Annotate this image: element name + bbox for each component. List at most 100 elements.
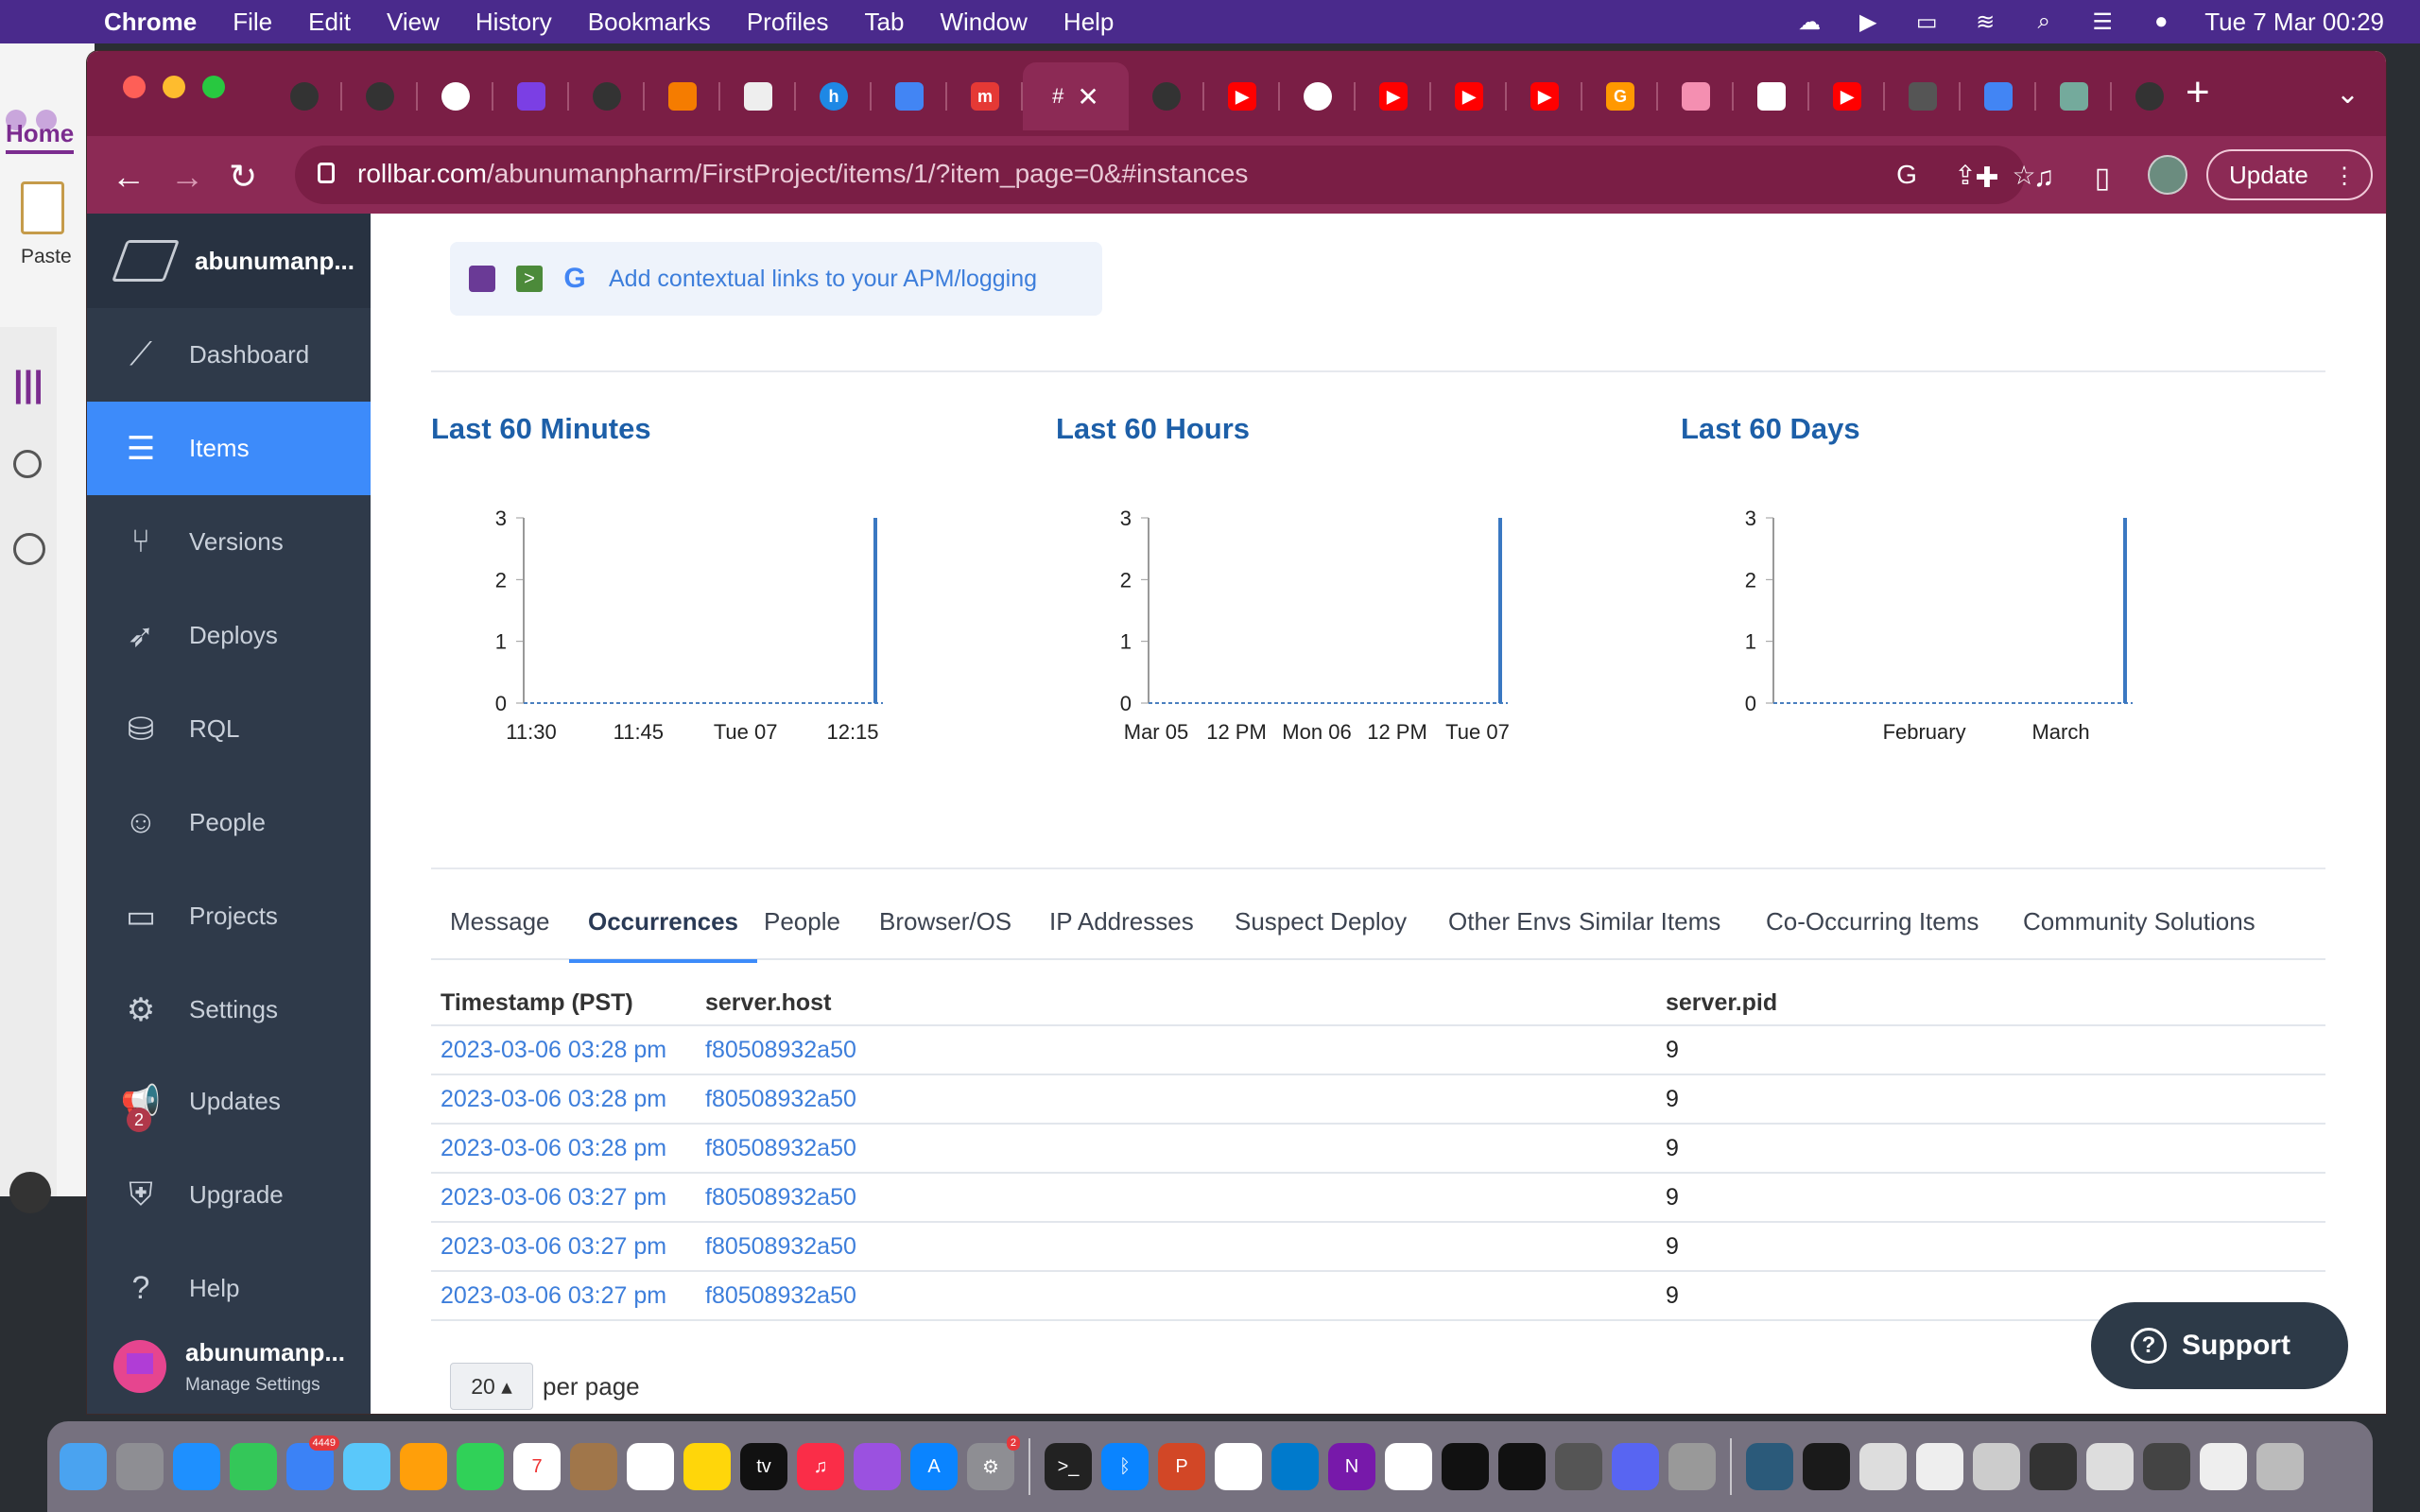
tab-orange[interactable]: [645, 62, 720, 130]
recent-document-thumb-icon[interactable]: [1916, 1443, 1963, 1490]
search-icon[interactable]: ⌕: [2029, 9, 2059, 34]
timestamp-link[interactable]: 2023-03-06 03:27 pm: [431, 1282, 705, 1310]
tab-docs-1[interactable]: [872, 62, 947, 130]
tab-ip-addresses[interactable]: IP Addresses: [1049, 894, 1194, 960]
bluetooth-icon[interactable]: ᛒ: [1101, 1443, 1149, 1490]
forward-icon[interactable]: →: [170, 157, 204, 197]
tab-similar-items[interactable]: Similar Items: [1579, 894, 1720, 960]
menu-app-name[interactable]: Chrome: [104, 8, 197, 37]
bg-paste-label[interactable]: Paste: [21, 246, 72, 268]
tab-youtube-4[interactable]: ▶: [1507, 62, 1582, 130]
timestamp-link[interactable]: 2023-03-06 03:27 pm: [431, 1233, 705, 1261]
back-icon[interactable]: ←: [112, 157, 146, 197]
host-link[interactable]: f80508932a50: [705, 1233, 1666, 1261]
sidebar-item-projects[interactable]: ▭ Projects: [87, 869, 371, 963]
tab-suspect-deploy[interactable]: Suspect Deploy: [1235, 894, 1407, 960]
safari-icon[interactable]: [173, 1443, 220, 1490]
timestamp-link[interactable]: 2023-03-06 03:28 pm: [431, 1135, 705, 1162]
extensions-icon[interactable]: ✚: [1970, 161, 2004, 195]
bg-account-icon[interactable]: [9, 1172, 51, 1213]
sidebar-item-settings[interactable]: ⚙ Settings: [87, 963, 371, 1057]
profile-avatar[interactable]: [2148, 155, 2187, 195]
tab-cube[interactable]: [720, 62, 796, 130]
menu-window[interactable]: Window: [940, 8, 1027, 37]
menu-edit[interactable]: Edit: [308, 8, 351, 37]
facetime-icon[interactable]: [457, 1443, 504, 1490]
tab-api[interactable]: [493, 62, 569, 130]
timestamp-link[interactable]: 2023-03-06 03:27 pm: [431, 1184, 705, 1211]
tab-community-solutions[interactable]: Community Solutions: [2023, 894, 2256, 960]
lock-icon[interactable]: [318, 163, 335, 183]
address-bar[interactable]: rollbar.com/abunumanpharm/FirstProject/i…: [295, 146, 2036, 204]
menu-tab[interactable]: Tab: [865, 8, 905, 37]
bg-home-tab[interactable]: Home: [6, 119, 75, 154]
close-tab-icon[interactable]: ✕: [1077, 81, 1098, 112]
tab-alx[interactable]: [1885, 62, 1961, 130]
host-link[interactable]: f80508932a50: [705, 1282, 1666, 1310]
col-server-host[interactable]: server.host: [705, 989, 1666, 1017]
tab-browser-os[interactable]: Browser/OS: [879, 894, 1011, 960]
apple-tv-icon[interactable]: tv: [740, 1443, 787, 1490]
recent-window-thumb-icon[interactable]: [2143, 1443, 2190, 1490]
podcasts-icon[interactable]: [854, 1443, 901, 1490]
user-menu[interactable]: abunumanp... Manage Settings: [87, 1319, 371, 1414]
tab-g[interactable]: G: [1582, 62, 1658, 130]
tab-rollbar-active[interactable]: # ✕: [1023, 62, 1129, 130]
tab-github-3[interactable]: [569, 62, 645, 130]
messages-icon[interactable]: [230, 1443, 277, 1490]
host-link[interactable]: f80508932a50: [705, 1086, 1666, 1113]
cloud-icon[interactable]: ☁: [1794, 9, 1824, 35]
host-link[interactable]: f80508932a50: [705, 1184, 1666, 1211]
reminders-icon[interactable]: [627, 1443, 674, 1490]
preview-icon[interactable]: [1668, 1443, 1716, 1490]
vscode-icon[interactable]: [1271, 1443, 1319, 1490]
tab-youtube-1[interactable]: ▶: [1204, 62, 1280, 130]
host-link[interactable]: f80508932a50: [705, 1037, 1666, 1064]
contextual-links-text[interactable]: Add contextual links to your APM/logging: [609, 266, 1037, 293]
org-switcher[interactable]: abunumanp...: [87, 214, 371, 308]
tab-github-5[interactable]: [2112, 62, 2187, 130]
tab-docs-2[interactable]: [1961, 62, 2036, 130]
tab-people[interactable]: People: [764, 894, 840, 960]
tab-m[interactable]: m: [947, 62, 1023, 130]
col-timestamp[interactable]: Timestamp (PST): [431, 989, 705, 1017]
tab-search-chevron-icon[interactable]: ⌄: [2336, 77, 2360, 111]
menu-view[interactable]: View: [387, 8, 440, 37]
tab-occurrences[interactable]: Occurrences: [569, 894, 757, 963]
recent-window-thumb-icon[interactable]: [1803, 1443, 1850, 1490]
iterm-icon[interactable]: [1442, 1443, 1489, 1490]
tab-github-1[interactable]: [267, 62, 342, 130]
tab-chatgpt[interactable]: [2036, 62, 2112, 130]
recent-document-thumb-icon[interactable]: [2086, 1443, 2134, 1490]
menu-file[interactable]: File: [233, 8, 272, 37]
onenote-icon[interactable]: N: [1328, 1443, 1375, 1490]
play-icon[interactable]: ▶: [1853, 9, 1883, 35]
google-lens-icon[interactable]: G: [1893, 160, 1921, 189]
recent-document-thumb-icon[interactable]: [2200, 1443, 2247, 1490]
recent-document-thumb-icon[interactable]: [1973, 1443, 2020, 1490]
tab-github-2[interactable]: [342, 62, 418, 130]
sidebar-item-deploys[interactable]: ➶ Deploys: [87, 589, 371, 682]
activity-monitor-icon[interactable]: [1498, 1443, 1546, 1490]
tab-youtube-5[interactable]: ▶: [1809, 62, 1885, 130]
trash-icon[interactable]: [2256, 1443, 2304, 1490]
menu-bookmarks[interactable]: Bookmarks: [588, 8, 711, 37]
url-text[interactable]: rollbar.com/abunumanpharm/FirstProject/i…: [357, 159, 1248, 189]
more-menu-icon[interactable]: ⋮: [2333, 163, 2356, 190]
tab-other-envs[interactable]: Other Envs: [1448, 894, 1571, 960]
sidebar-item-people[interactable]: ☺ People: [87, 776, 371, 869]
maps-icon[interactable]: [343, 1443, 390, 1490]
manage-settings-link[interactable]: Manage Settings: [185, 1375, 345, 1396]
launchpad-icon[interactable]: [116, 1443, 164, 1490]
zoom-window-icon[interactable]: [202, 76, 225, 98]
update-button[interactable]: Update ⋮: [2206, 149, 2373, 200]
support-button[interactable]: ? Support: [2091, 1302, 2348, 1389]
media-controls-icon[interactable]: ♫: [2027, 161, 2061, 195]
new-tab-icon[interactable]: +: [2186, 72, 2210, 113]
side-panel-icon[interactable]: ▯: [2085, 161, 2119, 195]
slack-icon[interactable]: [1385, 1443, 1432, 1490]
mail-icon[interactable]: 4449: [286, 1435, 339, 1490]
menu-profiles[interactable]: Profiles: [747, 8, 829, 37]
per-page-select[interactable]: 20 ▴: [450, 1363, 533, 1410]
clipboard-icon[interactable]: [21, 181, 64, 234]
